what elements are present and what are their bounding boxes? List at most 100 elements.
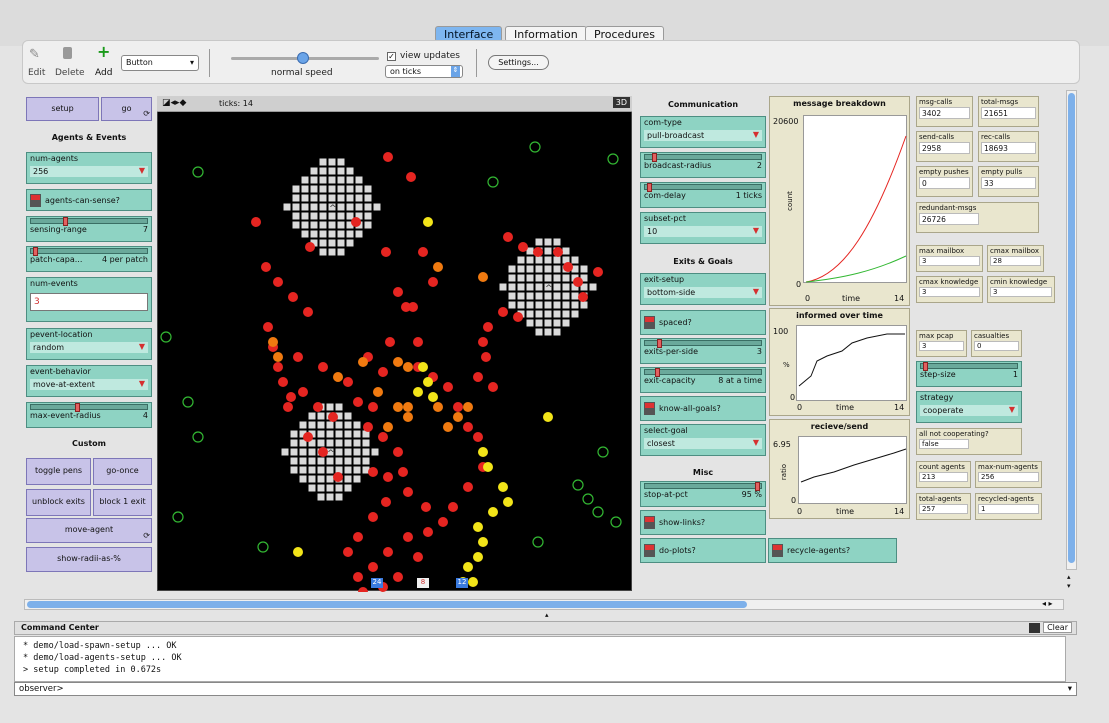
divider xyxy=(209,49,210,77)
step-size-slider[interactable]: step-size 1 xyxy=(916,361,1022,387)
agent xyxy=(351,217,361,227)
select-goal-chooser[interactable]: select-goal closest ▼ xyxy=(640,424,766,456)
obstacle-patch xyxy=(553,283,561,291)
broadcast-radius-label: broadcast-radius xyxy=(644,161,712,170)
block-1-exit-button[interactable]: block 1 exit xyxy=(93,489,152,516)
move-agent-button[interactable]: move-agent ⟳ xyxy=(26,518,152,543)
obstacle-patch xyxy=(526,256,534,264)
update-mode-select[interactable]: on ticks ⇕ xyxy=(385,65,463,78)
agent xyxy=(263,322,273,332)
toggle-pens-button[interactable]: toggle pens xyxy=(26,458,91,485)
exit-label: 24 xyxy=(371,578,383,588)
toolbar: ✎ Edit Delete + Add Button ▾ normal speed… xyxy=(22,40,1080,84)
agent xyxy=(468,577,478,587)
setup-button[interactable]: setup xyxy=(26,97,99,121)
view-controls-icon[interactable]: ◪◂▸◆ xyxy=(162,98,186,108)
recycle-agents-switch[interactable]: recycle-agents? xyxy=(768,538,897,563)
agent xyxy=(373,387,383,397)
add-button[interactable]: Add xyxy=(95,68,112,78)
do-plots-switch[interactable]: do-plots? xyxy=(640,538,766,563)
know-all-goals-switch[interactable]: know-all-goals? xyxy=(640,396,766,421)
stop-at-pct-slider[interactable]: stop-at-pct 95 % xyxy=(640,481,766,507)
speed-slider-knob[interactable] xyxy=(297,52,309,64)
switch-icon xyxy=(644,544,655,557)
goal-agent xyxy=(192,431,204,443)
delete-button[interactable]: Delete xyxy=(55,68,85,78)
agent xyxy=(353,572,363,582)
obstacle-patch xyxy=(562,310,570,318)
horizontal-scrollbar-thumb[interactable] xyxy=(27,601,747,608)
settings-button[interactable]: Settings... xyxy=(488,55,549,70)
obstacle-patch xyxy=(326,403,334,411)
obstacle-patch xyxy=(319,221,327,229)
agent xyxy=(403,487,413,497)
obstacle-patch xyxy=(355,176,363,184)
edit-button[interactable]: Edit xyxy=(28,68,45,78)
goal-agent xyxy=(487,176,499,188)
obstacle-patch xyxy=(326,421,334,429)
exits-per-side-slider[interactable]: exits-per-side 3 xyxy=(640,338,766,364)
goal-agent xyxy=(529,141,541,153)
splitter-handle-icon[interactable]: ▴ xyxy=(545,611,549,619)
command-center-title: Command Center xyxy=(21,623,99,632)
show-radii-button[interactable]: show-radii-as-% xyxy=(26,547,152,572)
num-events-value[interactable]: 3 xyxy=(30,292,148,311)
obstacle-patch xyxy=(517,301,525,309)
y-axis-label: count xyxy=(785,191,794,211)
world-view[interactable]: ^ ^ ^ xyxy=(157,96,632,597)
show-links-switch[interactable]: show-links? xyxy=(640,510,766,535)
go-button[interactable]: go ⟳ xyxy=(101,97,152,121)
obstacle-patch xyxy=(562,319,570,327)
obstacle-patch xyxy=(544,301,552,309)
clear-button[interactable]: Clear xyxy=(1043,622,1072,633)
event-behavior-chooser[interactable]: event-behavior move-at-extent ▼ xyxy=(26,365,152,397)
subset-pct-chooser[interactable]: subset-pct 10 ▼ xyxy=(640,212,766,244)
horizontal-scrollbar[interactable] xyxy=(24,599,1064,610)
scroll-arrows-icon[interactable]: ▴ ▾ xyxy=(1067,573,1071,591)
max-event-radius-slider[interactable]: max-event-radius 4 xyxy=(26,402,152,428)
monitor-total-agents: total-agents 257 xyxy=(916,493,971,520)
series-line xyxy=(805,135,907,283)
step-size-label: step-size xyxy=(920,370,956,379)
vertical-scrollbar[interactable] xyxy=(1066,90,1077,570)
event-behavior-value: move-at-extent ▼ xyxy=(30,378,148,391)
pevent-location-chooser[interactable]: pevent-location random ▼ xyxy=(26,328,152,360)
expand-icon[interactable] xyxy=(1029,623,1040,633)
update-mode-value: on ticks xyxy=(390,67,422,76)
agent xyxy=(333,372,343,382)
communication-heading: Communication xyxy=(667,100,739,109)
chevron-down-icon[interactable]: ▾ xyxy=(1068,684,1072,694)
patch-capacity-slider[interactable]: patch-capa... 4 per patch xyxy=(26,246,152,272)
num-agents-chooser[interactable]: num-agents 256 ▼ xyxy=(26,152,152,184)
sensing-range-slider[interactable]: sensing-range 7 xyxy=(26,216,152,242)
obstacle-patch xyxy=(319,230,327,238)
vertical-scrollbar-thumb[interactable] xyxy=(1068,93,1075,563)
obstacle-patch xyxy=(310,203,318,211)
obstacle-patch xyxy=(319,248,327,256)
output-line: > setup completed in 0.672s xyxy=(23,665,162,675)
com-delay-slider[interactable]: com-delay 1 ticks xyxy=(640,182,766,208)
obstacle-patch xyxy=(335,448,343,456)
agents-can-sense-switch[interactable]: agents-can-sense? xyxy=(26,189,152,211)
go-once-button[interactable]: go-once xyxy=(93,458,152,485)
unblock-exits-button[interactable]: unblock exits xyxy=(26,489,91,516)
scroll-arrows-icon[interactable]: ◂ ▸ xyxy=(1042,599,1053,608)
obstacle-patch xyxy=(535,292,543,300)
com-type-chooser[interactable]: com-type pull-broadcast ▼ xyxy=(640,116,766,148)
broadcast-radius-slider[interactable]: broadcast-radius 2 xyxy=(640,152,766,178)
obstacle-patch xyxy=(299,457,307,465)
strategy-chooser[interactable]: strategy cooperate ▼ xyxy=(916,391,1022,423)
obstacle-patch xyxy=(337,194,345,202)
3d-button[interactable]: 3D xyxy=(612,97,630,108)
exit-capacity-slider[interactable]: exit-capacity 8 at a time xyxy=(640,367,766,393)
command-input[interactable]: observer> ▾ xyxy=(14,682,1077,696)
obstacle-patch xyxy=(553,274,561,282)
view-updates-checkbox[interactable]: ✓ xyxy=(387,52,396,61)
obstacle-patch xyxy=(535,274,543,282)
num-events-input[interactable]: num-events 3 xyxy=(26,277,152,322)
agent xyxy=(478,337,488,347)
spaced-switch[interactable]: spaced? xyxy=(640,310,766,335)
widget-type-select[interactable]: Button ▾ xyxy=(121,55,199,71)
exit-setup-chooser[interactable]: exit-setup bottom-side ▼ xyxy=(640,273,766,305)
agent xyxy=(286,392,296,402)
